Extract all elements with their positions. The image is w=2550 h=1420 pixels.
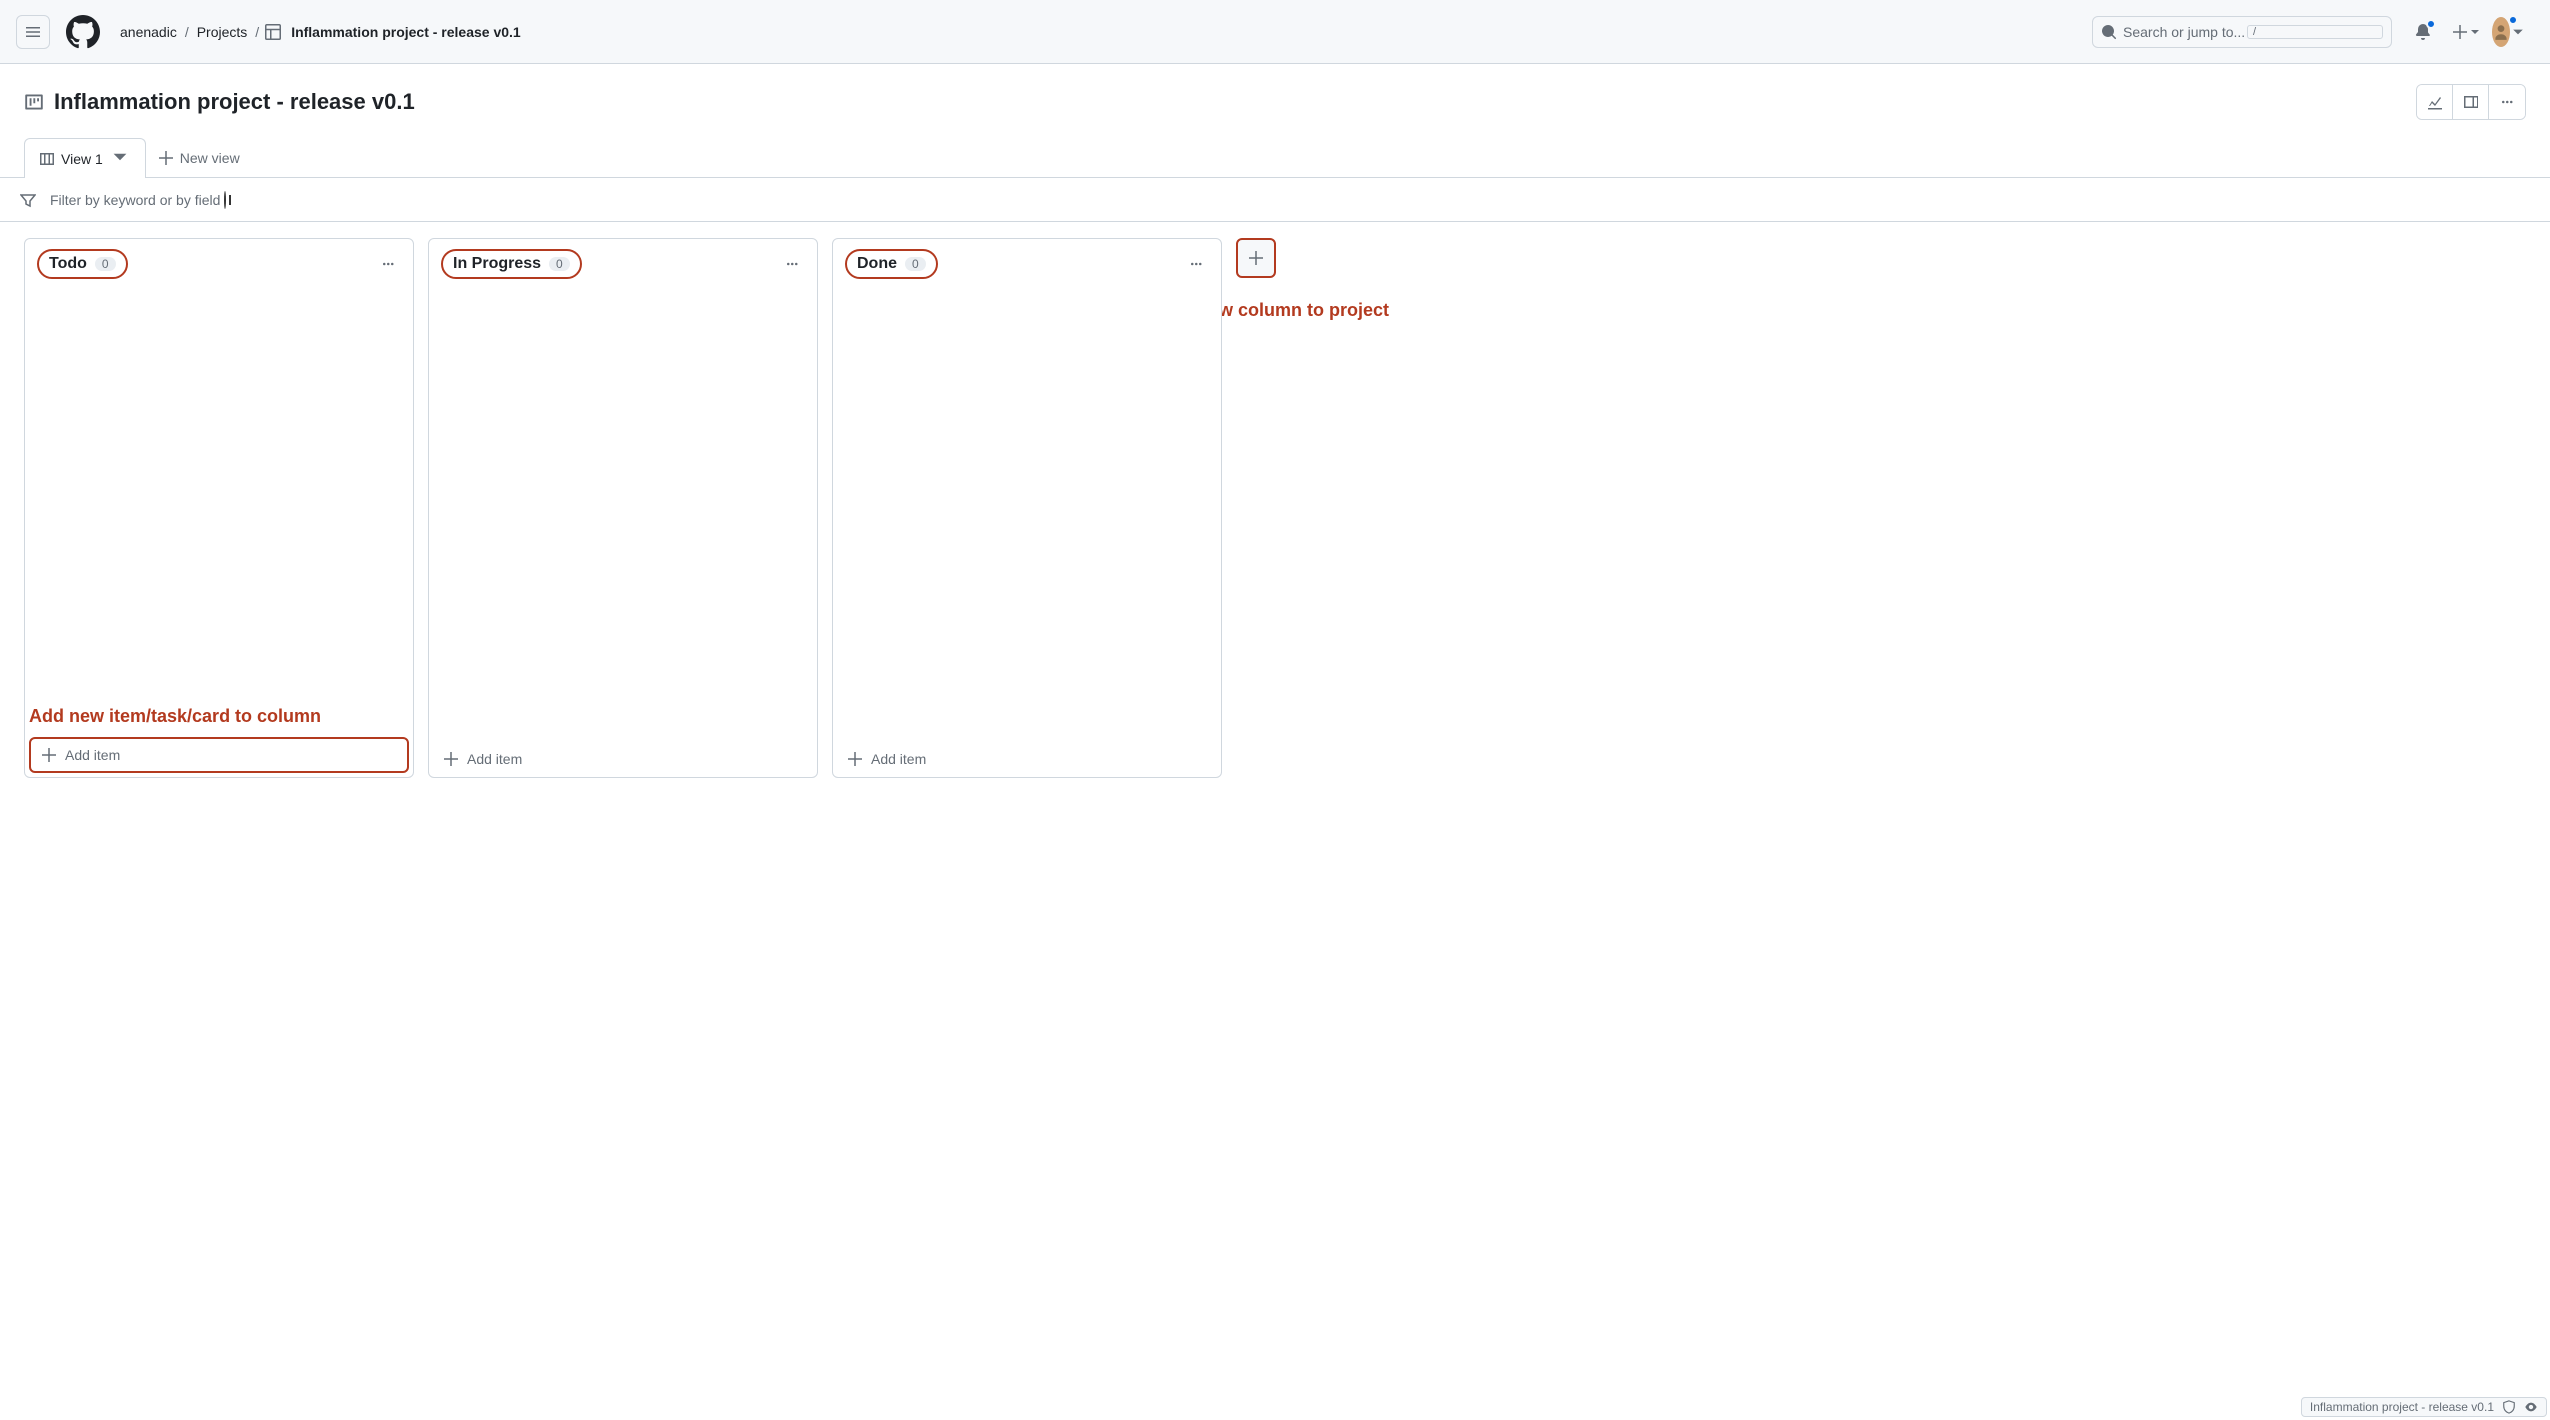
hamburger-menu-button[interactable]	[16, 15, 50, 49]
status-bar: Inflammation project - release v0.1	[2301, 1397, 2547, 1417]
add-item-label: Add item	[467, 751, 522, 767]
plus-icon	[443, 751, 459, 767]
hamburger-icon	[25, 24, 41, 40]
caret-down-icon	[2470, 27, 2480, 37]
avatar-dot	[2508, 15, 2518, 25]
create-new-button[interactable]	[2452, 24, 2480, 40]
column-in-progress: In Progress 0 Add item	[428, 238, 818, 778]
breadcrumb-current[interactable]: Inflammation project - release v0.1	[291, 24, 521, 40]
plus-icon	[1248, 250, 1264, 266]
kebab-icon	[380, 256, 396, 272]
column-count: 0	[905, 257, 926, 271]
view-options-button[interactable]	[109, 146, 137, 171]
breadcrumb-projects[interactable]: Projects	[197, 24, 248, 40]
column-done: Done 0 Add item	[832, 238, 1222, 778]
breadcrumb-user[interactable]: anenadic	[120, 24, 177, 40]
project-icon	[24, 92, 44, 112]
kebab-icon	[784, 256, 800, 272]
project-menu-button[interactable]	[2489, 85, 2525, 119]
column-title-pill[interactable]: Done 0	[845, 249, 938, 279]
new-view-label: New view	[180, 150, 240, 166]
column-count: 0	[95, 257, 116, 271]
column-title: In Progress	[453, 255, 541, 273]
column-title-pill[interactable]: Todo 0	[37, 249, 128, 279]
add-item-label: Add item	[871, 751, 926, 767]
shield-icon	[2502, 1400, 2516, 1414]
column-menu-button[interactable]	[1183, 251, 1209, 277]
search-icon	[2101, 24, 2117, 40]
project-details-button[interactable]	[2453, 85, 2489, 119]
filter-placeholder: Filter by keyword or by field	[50, 192, 222, 208]
plus-icon	[2452, 24, 2468, 40]
plus-icon	[41, 747, 57, 763]
insights-button[interactable]	[2417, 85, 2453, 119]
eye-icon	[2524, 1400, 2538, 1414]
add-item-button[interactable]: Add item	[833, 741, 1221, 777]
add-column-wrap: Add new column to project	[1236, 238, 1389, 778]
view-tab[interactable]: View 1	[24, 138, 146, 178]
top-header: anenadic / Projects / Inflammation proje…	[0, 0, 2550, 64]
filter-icon	[20, 192, 36, 208]
column-menu-button[interactable]	[779, 251, 805, 277]
plus-icon	[158, 150, 174, 166]
project-toolbar	[2416, 84, 2526, 120]
search-placeholder: Search or jump to...	[2123, 24, 2247, 40]
github-logo[interactable]	[66, 15, 100, 49]
notification-dot	[2426, 19, 2436, 29]
header-actions	[2406, 15, 2534, 49]
column-title: Done	[857, 255, 897, 273]
user-menu[interactable]	[2492, 17, 2524, 47]
breadcrumb: anenadic / Projects / Inflammation proje…	[116, 24, 2092, 40]
column-header: Todo 0	[25, 239, 413, 289]
board-icon	[39, 151, 55, 167]
board: Todo 0 Add new item/task/card to column …	[0, 222, 2550, 794]
status-text: Inflammation project - release v0.1	[2310, 1400, 2494, 1414]
add-column-button[interactable]	[1236, 238, 1276, 278]
notifications-button[interactable]	[2406, 15, 2440, 49]
breadcrumb-separator: /	[185, 24, 189, 40]
annotation-new-item: Add new item/task/card to column	[29, 706, 321, 727]
add-item-label: Add item	[65, 747, 120, 763]
filter-bar[interactable]: Filter by keyword or by field	[0, 178, 2550, 222]
text-cursor-icon	[224, 191, 226, 209]
caret-down-icon	[2512, 26, 2524, 38]
column-body[interactable]	[833, 289, 1221, 741]
tabs-row: View 1 New view	[0, 138, 2550, 178]
view-tab-label: View 1	[61, 151, 103, 167]
avatar-icon	[2492, 23, 2510, 41]
project-title: Inflammation project - release v0.1	[54, 89, 2416, 115]
search-box[interactable]: Search or jump to... /	[2092, 16, 2392, 48]
graph-icon	[2427, 94, 2443, 110]
search-kbd: /	[2247, 25, 2383, 39]
column-title: Todo	[49, 255, 87, 273]
column-header: Done 0	[833, 239, 1221, 289]
column-menu-button[interactable]	[375, 251, 401, 277]
add-item-button[interactable]: Add item	[429, 741, 817, 777]
table-icon	[265, 24, 281, 40]
column-header: In Progress 0	[429, 239, 817, 289]
column-count: 0	[549, 257, 570, 271]
kebab-icon	[1188, 256, 1204, 272]
kebab-icon	[2499, 94, 2515, 110]
plus-icon	[847, 751, 863, 767]
project-header: Inflammation project - release v0.1	[0, 64, 2550, 128]
column-body[interactable]	[25, 289, 413, 737]
breadcrumb-separator: /	[255, 24, 259, 40]
new-view-button[interactable]: New view	[158, 150, 240, 166]
column-title-pill[interactable]: In Progress 0	[441, 249, 582, 279]
column-todo: Todo 0 Add new item/task/card to column …	[24, 238, 414, 778]
caret-down-icon	[112, 149, 128, 165]
column-body[interactable]	[429, 289, 817, 741]
add-item-button[interactable]: Add item	[29, 737, 409, 773]
panel-icon	[2463, 94, 2479, 110]
